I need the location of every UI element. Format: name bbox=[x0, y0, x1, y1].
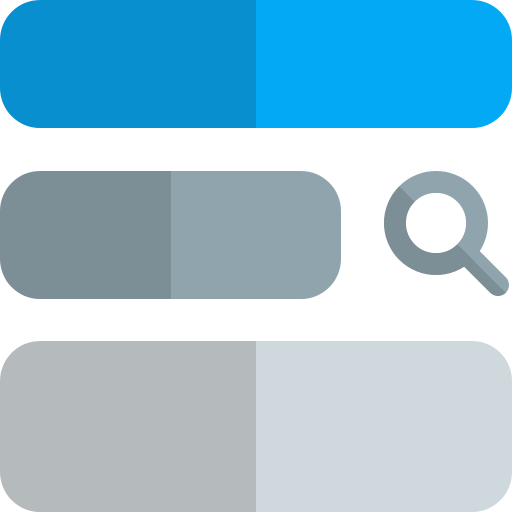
bottom-bar-left-half bbox=[0, 341, 256, 512]
top-bar bbox=[0, 0, 512, 128]
bottom-bar bbox=[0, 341, 512, 512]
search-lens-glass bbox=[406, 193, 466, 253]
middle-bar-left-half bbox=[0, 171, 171, 299]
top-bar-left-half bbox=[0, 0, 256, 128]
middle-bar-right-half bbox=[171, 171, 341, 299]
search-icon-graphic bbox=[384, 171, 509, 296]
middle-bar bbox=[0, 171, 341, 299]
top-bar-right-half bbox=[256, 0, 512, 128]
search-icon bbox=[384, 171, 512, 299]
search-list-illustration bbox=[0, 0, 512, 512]
bottom-bar-right-half bbox=[256, 341, 512, 512]
